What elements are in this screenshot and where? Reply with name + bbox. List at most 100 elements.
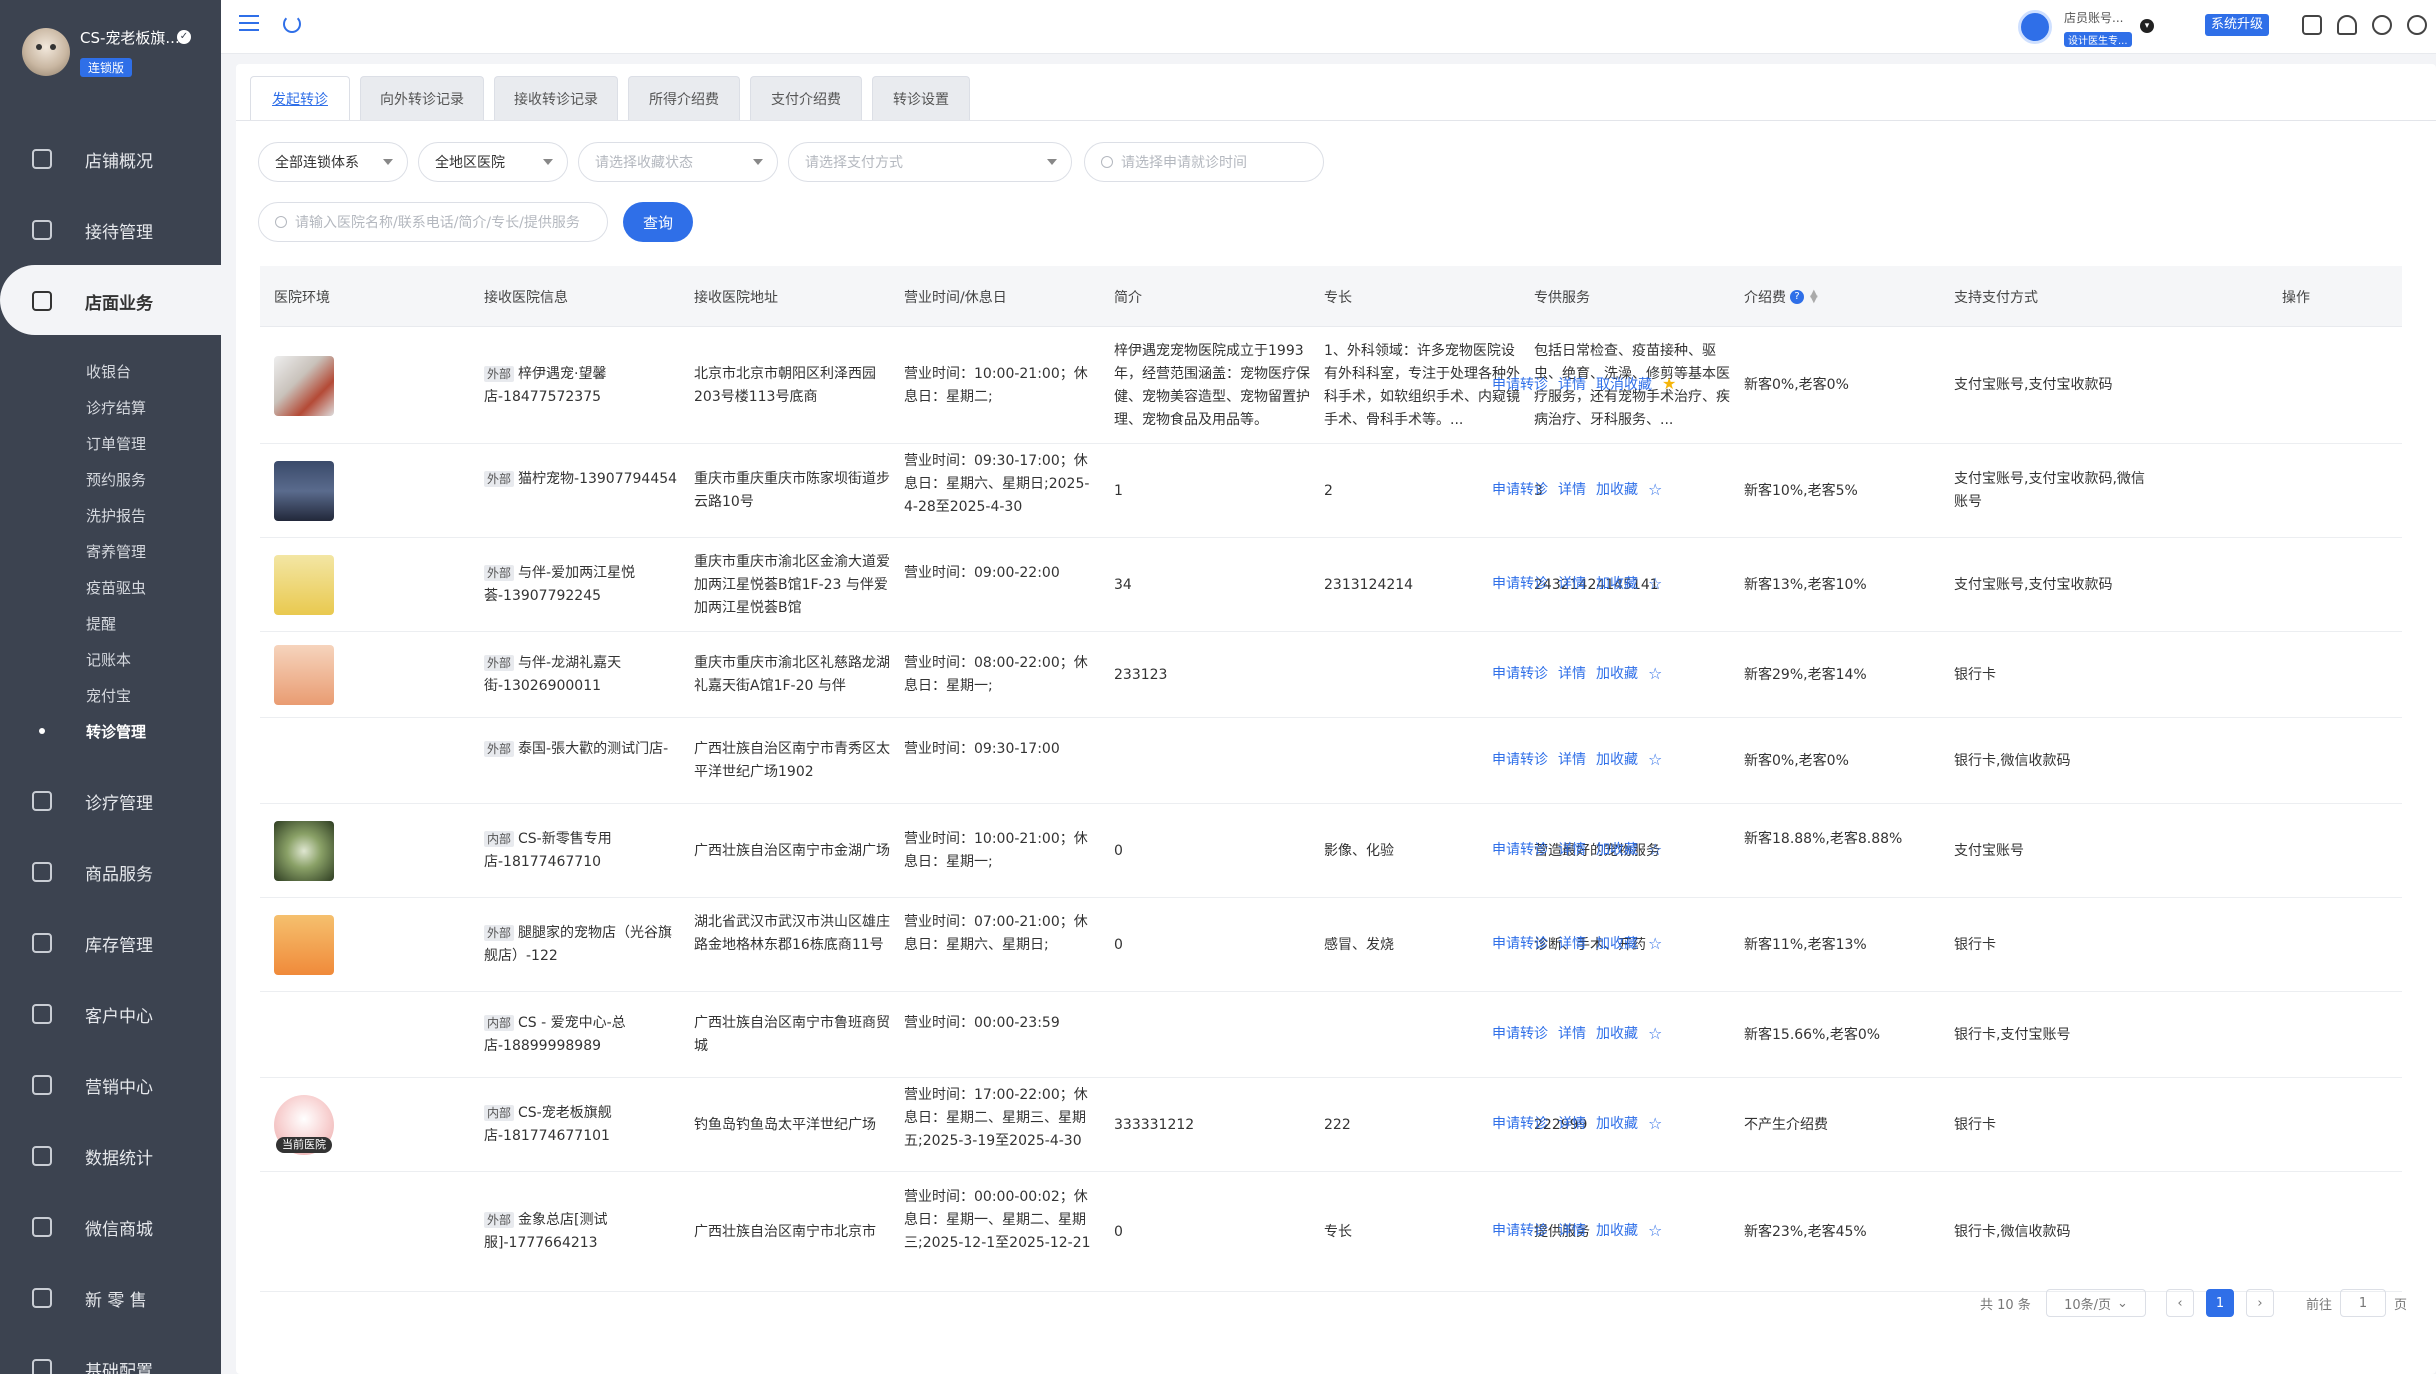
apply-referral-link[interactable]: 申请转诊	[1492, 1220, 1548, 1240]
star-outline-icon[interactable]: ☆	[1648, 934, 1662, 953]
chevron-down-icon[interactable]: ▾	[2140, 19, 2154, 33]
favorite-link[interactable]: 加收藏	[1596, 1023, 1638, 1043]
detail-link[interactable]: 详情	[1558, 839, 1586, 859]
hospital-thumbnail[interactable]: 当前医院	[274, 1095, 334, 1155]
bell-icon[interactable]	[2337, 15, 2357, 35]
account-name[interactable]: 店员账号...	[2064, 9, 2123, 26]
account-logo-icon[interactable]	[2018, 10, 2052, 44]
sort-icon[interactable]: ▲ ▼	[1810, 288, 1818, 304]
apply-referral-link[interactable]: 申请转诊	[1492, 374, 1548, 394]
current-page[interactable]: 1	[2206, 1289, 2234, 1317]
nav-item-medical[interactable]: 诊疗管理	[0, 776, 221, 826]
apply-referral-link[interactable]: 申请转诊	[1492, 573, 1548, 593]
favorite-link[interactable]: 加收藏	[1596, 479, 1638, 499]
star-outline-icon[interactable]: ☆	[1648, 574, 1662, 593]
apply-referral-link[interactable]: 申请转诊	[1492, 479, 1548, 499]
chain-select[interactable]: 全部连锁体系	[258, 142, 408, 182]
detail-link[interactable]: 详情	[1558, 933, 1586, 953]
favorite-link[interactable]: 加收藏	[1596, 573, 1638, 593]
question-icon[interactable]: ?	[1790, 289, 1804, 304]
detail-link[interactable]: 详情	[1558, 749, 1586, 769]
nav-item-customer[interactable]: 客户中心	[0, 989, 221, 1039]
apply-referral-link[interactable]: 申请转诊	[1492, 1023, 1548, 1043]
favorite-link[interactable]: 加收藏	[1596, 933, 1638, 953]
upgrade-button[interactable]: 系统升级	[2205, 14, 2270, 36]
nav-item-settings[interactable]: 基础配置	[0, 1344, 221, 1374]
nav-item-wechat-mall[interactable]: 微信商城	[0, 1202, 221, 1252]
hospital-thumbnail[interactable]	[274, 555, 334, 615]
nav-item-overview[interactable]: 店铺概况	[0, 134, 221, 184]
hospital-thumbnail[interactable]	[274, 645, 334, 705]
sub-item-cashier[interactable]: 收银台	[86, 361, 131, 382]
apply-referral-link[interactable]: 申请转诊	[1492, 663, 1548, 683]
nav-item-store-business[interactable]: 店面业务	[0, 276, 221, 326]
search-input[interactable]: 请输入医院名称/联系电话/简介/专长/提供服务	[258, 202, 608, 242]
nav-item-statistics[interactable]: 数据统计	[0, 1131, 221, 1181]
apply-referral-link[interactable]: 申请转诊	[1492, 749, 1548, 769]
detail-link[interactable]: 详情	[1558, 1023, 1586, 1043]
sub-item-petpay[interactable]: 宠付宝	[86, 685, 131, 706]
nav-item-new-retail[interactable]: 新 零 售	[0, 1273, 221, 1323]
star-outline-icon[interactable]: ☆	[1648, 840, 1662, 859]
menu-icon[interactable]	[239, 15, 259, 31]
store-profile[interactable]: CS-宠老板旗... ✓ 连锁版	[0, 0, 221, 104]
sub-item-vaccine[interactable]: 疫苗驱虫	[86, 577, 146, 598]
help-icon[interactable]	[2407, 15, 2427, 35]
star-outline-icon[interactable]: ☆	[1648, 1221, 1662, 1240]
favorite-link[interactable]: 加收藏	[1596, 663, 1638, 683]
next-page-button[interactable]: ›	[2246, 1289, 2274, 1317]
star-outline-icon[interactable]: ☆	[1648, 480, 1662, 499]
star-outline-icon[interactable]: ☆	[1648, 664, 1662, 683]
payment-select[interactable]: 请选择支付方式	[788, 142, 1072, 182]
favorite-link[interactable]: 加收藏	[1596, 1113, 1638, 1133]
hospital-thumbnail[interactable]	[274, 355, 334, 416]
sub-item-referral[interactable]: 转诊管理	[86, 721, 146, 742]
apply-referral-link[interactable]: 申请转诊	[1492, 933, 1548, 953]
headset-icon[interactable]	[2372, 15, 2392, 35]
calendar-icon[interactable]	[2302, 15, 2322, 35]
tab-earned-fees[interactable]: 所得介绍费	[628, 76, 740, 120]
detail-link[interactable]: 详情	[1558, 1113, 1586, 1133]
hospital-thumbnail[interactable]	[274, 821, 334, 881]
tab-paid-fees[interactable]: 支付介绍费	[750, 76, 862, 120]
sub-item-orders[interactable]: 订单管理	[86, 433, 146, 454]
tab-incoming-records[interactable]: 接收转诊记录	[494, 76, 618, 120]
goto-input[interactable]: 1	[2340, 1289, 2386, 1317]
hospital-thumbnail[interactable]	[274, 461, 334, 521]
nav-item-goods[interactable]: 商品服务	[0, 847, 221, 897]
tab-outgoing-records[interactable]: 向外转诊记录	[360, 76, 484, 120]
nav-item-inventory[interactable]: 库存管理	[0, 918, 221, 968]
hospital-thumbnail[interactable]	[274, 915, 334, 975]
star-outline-icon[interactable]: ☆	[1648, 1024, 1662, 1043]
sub-item-settlement[interactable]: 诊疗结算	[86, 397, 146, 418]
detail-link[interactable]: 详情	[1558, 479, 1586, 499]
star-outline-icon[interactable]: ☆	[1648, 750, 1662, 769]
time-picker[interactable]: 请选择申请就诊时间	[1084, 142, 1324, 182]
apply-referral-link[interactable]: 申请转诊	[1492, 1113, 1548, 1133]
star-filled-icon[interactable]: ★	[1662, 374, 1676, 393]
refresh-icon[interactable]	[283, 15, 301, 33]
nav-item-reception[interactable]: 接待管理	[0, 205, 221, 255]
collect-status-select[interactable]: 请选择收藏状态	[578, 142, 778, 182]
sub-item-reminder[interactable]: 提醒	[86, 613, 116, 634]
tab-referral-settings[interactable]: 转诊设置	[872, 76, 970, 120]
page-size-select[interactable]: 10条/页 ⌄	[2046, 1289, 2146, 1317]
tab-initiate-referral[interactable]: 发起转诊	[250, 76, 350, 120]
detail-link[interactable]: 详情	[1558, 1220, 1586, 1240]
favorite-link[interactable]: 加收藏	[1596, 1220, 1638, 1240]
favorite-link[interactable]: 加收藏	[1596, 749, 1638, 769]
sub-item-appointments[interactable]: 预约服务	[86, 469, 146, 490]
detail-link[interactable]: 详情	[1558, 374, 1586, 394]
sub-item-grooming-report[interactable]: 洗护报告	[86, 505, 146, 526]
detail-link[interactable]: 详情	[1558, 663, 1586, 683]
prev-page-button[interactable]: ‹	[2166, 1289, 2194, 1317]
apply-referral-link[interactable]: 申请转诊	[1492, 839, 1548, 859]
detail-link[interactable]: 详情	[1558, 573, 1586, 593]
sub-item-boarding[interactable]: 寄养管理	[86, 541, 146, 562]
star-outline-icon[interactable]: ☆	[1648, 1114, 1662, 1133]
query-button[interactable]: 查询	[623, 202, 693, 242]
nav-item-marketing[interactable]: 营销中心	[0, 1060, 221, 1110]
favorite-link[interactable]: 加收藏	[1596, 839, 1638, 859]
region-select[interactable]: 全地区医院	[418, 142, 568, 182]
unfavorite-link[interactable]: 取消收藏	[1596, 374, 1652, 394]
